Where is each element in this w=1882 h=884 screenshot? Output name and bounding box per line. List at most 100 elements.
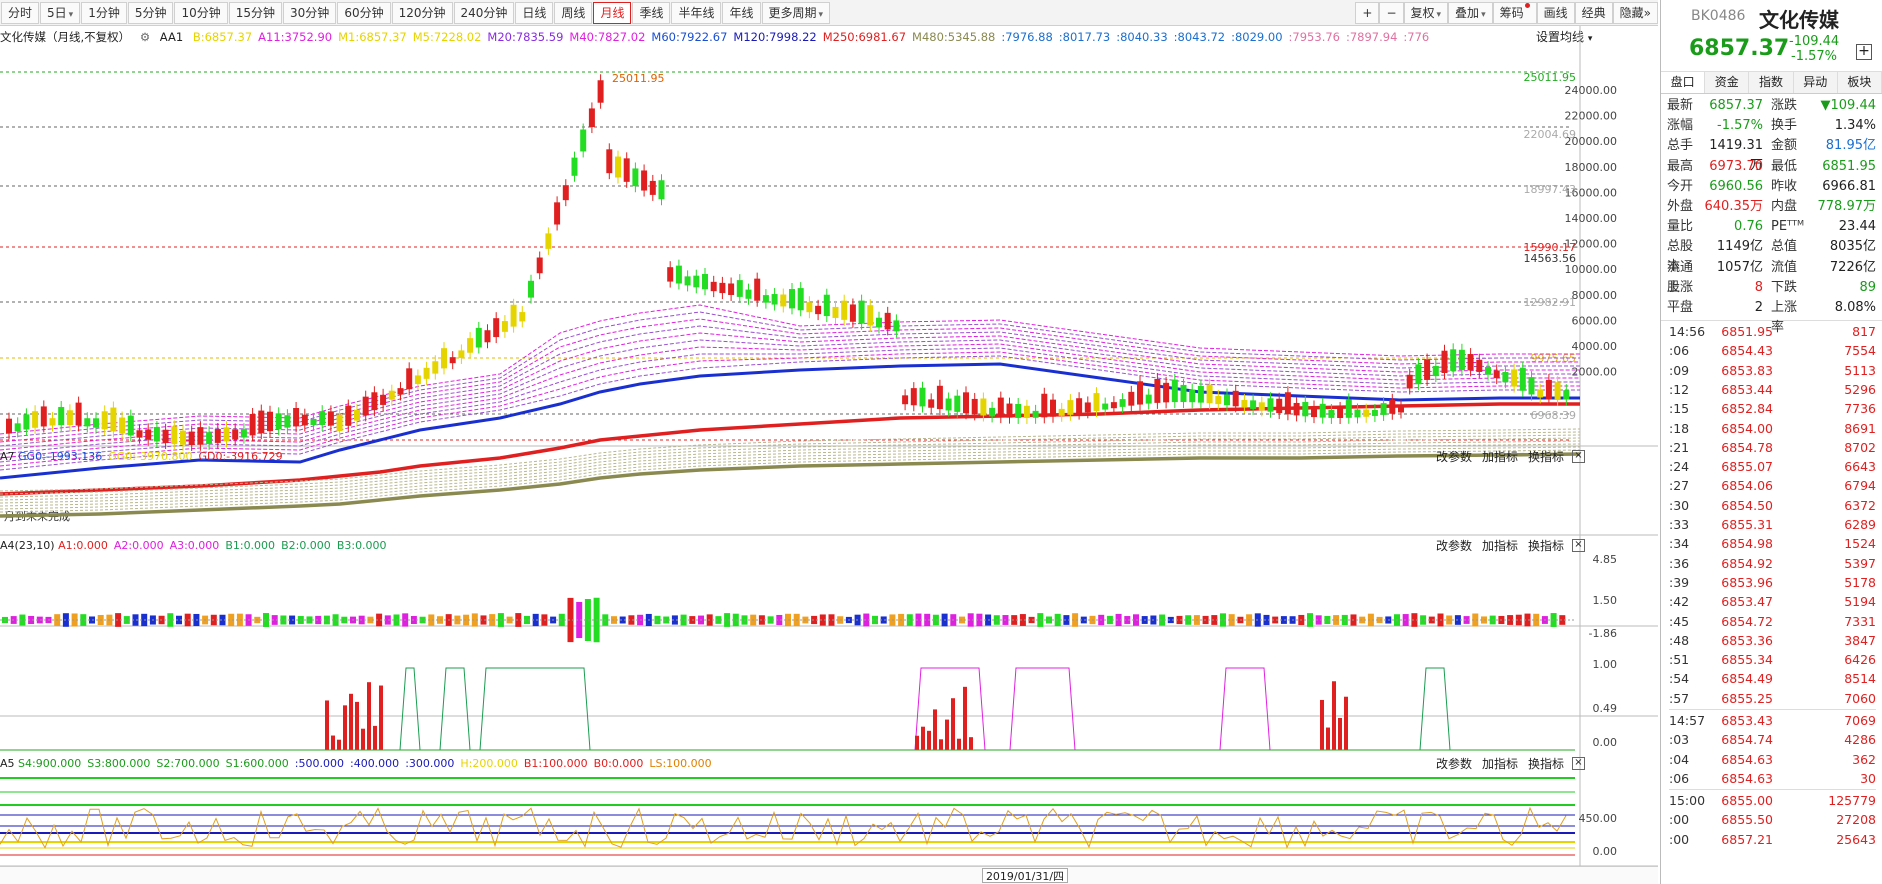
tick-price: 6853.96 [1721, 574, 1773, 590]
ma-line [1419, 667, 1451, 751]
candle-body [762, 295, 769, 303]
tick-price: 6854.78 [1721, 439, 1773, 455]
candle-body [867, 305, 874, 326]
candle-body [1502, 371, 1509, 383]
candle-body [1432, 365, 1439, 377]
candle-body [736, 280, 743, 297]
tick-price: 6852.84 [1721, 401, 1773, 417]
indicator-value: B1:100.000 [523, 757, 588, 770]
a5-close-icon[interactable]: × [1572, 757, 1585, 770]
a4-bar [1338, 717, 1342, 750]
tick-time: 14:57 [1669, 713, 1706, 728]
candle-body [597, 80, 604, 103]
stat-row: 流通股 1057亿 流值 7226亿 [1667, 258, 1876, 295]
tick-time: :45 [1669, 613, 1690, 629]
kline-chart[interactable]: 24000.0022000.0020000.0018000.0016000.00… [0, 0, 1658, 866]
quote-tab[interactable]: 板块 [1838, 72, 1882, 93]
candle-body [1241, 399, 1248, 408]
stat-label: 昨收 [1771, 178, 1798, 194]
candle-body [310, 418, 317, 426]
a7-add-button[interactable]: 加指标 [1482, 448, 1518, 466]
stat-value: ▼109.44 [1820, 98, 1877, 113]
candle-body [1493, 370, 1500, 379]
candle-body [153, 427, 160, 442]
quote-tab[interactable]: 指数 [1749, 72, 1794, 93]
candle-body [371, 392, 378, 411]
indicator-value: B1:0.000 [225, 539, 276, 552]
candle-body [771, 294, 778, 305]
tick-time: :03 [1669, 732, 1690, 748]
tick-time: :42 [1669, 594, 1690, 610]
ma-line [1009, 667, 1076, 751]
quote-tab[interactable]: 异动 [1794, 72, 1838, 93]
candle-body [223, 427, 230, 442]
stat-label: 内盘 [1771, 198, 1798, 214]
tick-list[interactable]: 14:56 6851.95 817:06 6854.43 7554:09 6853.83 5… [1661, 321, 1882, 849]
a5-panel-controls: 改参数 加指标 换指标 × [1426, 755, 1585, 773]
candle-body [554, 202, 561, 225]
tick-time: 15:00 [1669, 793, 1706, 809]
level-label: 18997.43 [1524, 183, 1577, 196]
candle-body [1337, 407, 1344, 418]
indicator-value: S2:700.000 [156, 757, 220, 770]
tick-volume: 27208 [1836, 812, 1876, 828]
candle-body [1050, 399, 1056, 417]
candle-body [32, 411, 39, 428]
level-label: 25011.95 [1524, 71, 1577, 84]
tick-time: :12 [1669, 381, 1690, 397]
a7-swap-button[interactable]: 换指标 [1528, 448, 1564, 466]
tick-row: :34 6854.98 1524 [1669, 534, 1876, 553]
candle-body [719, 282, 726, 294]
quote-tab[interactable]: 资金 [1705, 72, 1750, 93]
a7-close-icon[interactable]: × [1572, 450, 1585, 463]
tick-time: :36 [1669, 555, 1690, 571]
a4-params-button[interactable]: 改参数 [1436, 537, 1472, 555]
axis-tick-label: 14000.00 [1565, 212, 1618, 225]
stat-row: 量比 0.76 PEᵀᵀᴹ 23.44 [1667, 217, 1876, 237]
a5-params-button[interactable]: 改参数 [1436, 755, 1472, 773]
stat-value: 778.97万 [1817, 198, 1877, 214]
tick-row: :21 6854.78 8702 [1669, 438, 1876, 457]
tick-price: 6853.83 [1721, 362, 1773, 378]
candle-body [180, 430, 186, 445]
add-watchlist-icon[interactable]: + [1856, 44, 1872, 60]
a5-add-button[interactable]: 加指标 [1482, 755, 1518, 773]
candle-body [954, 395, 961, 412]
tick-row: :39 6853.96 5178 [1669, 573, 1876, 592]
time-axis-scrollbar[interactable] [0, 866, 1658, 884]
stat-row: 外盘 640.35万 内盘 778.97万 [1667, 197, 1876, 217]
a7-params-button[interactable]: 改参数 [1436, 448, 1472, 466]
candle-body [1006, 403, 1013, 418]
a4-close-icon[interactable]: × [1572, 539, 1585, 552]
a4-bar [373, 725, 377, 750]
stat-label: 外盘 [1667, 198, 1694, 214]
security-code: BK0486 [1691, 8, 1746, 24]
tick-price: 6857.21 [1721, 831, 1773, 847]
ma-line [914, 667, 986, 751]
axis-tick-label: -1.86 [1589, 627, 1617, 640]
tick-price: 6854.74 [1721, 732, 1773, 748]
stat-value: 6851.95 [1822, 158, 1876, 174]
candle-body [101, 411, 108, 430]
level-label: 6968.39 [1531, 409, 1577, 422]
tick-price: 6855.31 [1721, 517, 1773, 533]
candle-body [1145, 394, 1152, 404]
tick-price: 6854.49 [1721, 671, 1773, 687]
a4-bar [963, 686, 967, 750]
tick-time: :27 [1669, 478, 1690, 494]
axis-tick-label: 6000.00 [1572, 314, 1618, 327]
a5-swap-button[interactable]: 换指标 [1528, 755, 1564, 773]
a4-swap-button[interactable]: 换指标 [1528, 537, 1564, 555]
candle-body [206, 432, 213, 445]
candle-body [1293, 402, 1300, 416]
tick-row: :24 6855.07 6643 [1669, 457, 1876, 476]
candle-body [858, 300, 865, 324]
indicator-value: S4:900.000 [18, 757, 82, 770]
a4-add-button[interactable]: 加指标 [1482, 537, 1518, 555]
stat-value: 1149亿 [1716, 239, 1763, 255]
quote-tab[interactable]: 盘口 [1661, 72, 1706, 93]
level-label: 22004.69 [1524, 128, 1577, 141]
candle-body [710, 281, 717, 292]
tick-time: :39 [1669, 574, 1690, 590]
tick-time: :00 [1669, 831, 1690, 847]
